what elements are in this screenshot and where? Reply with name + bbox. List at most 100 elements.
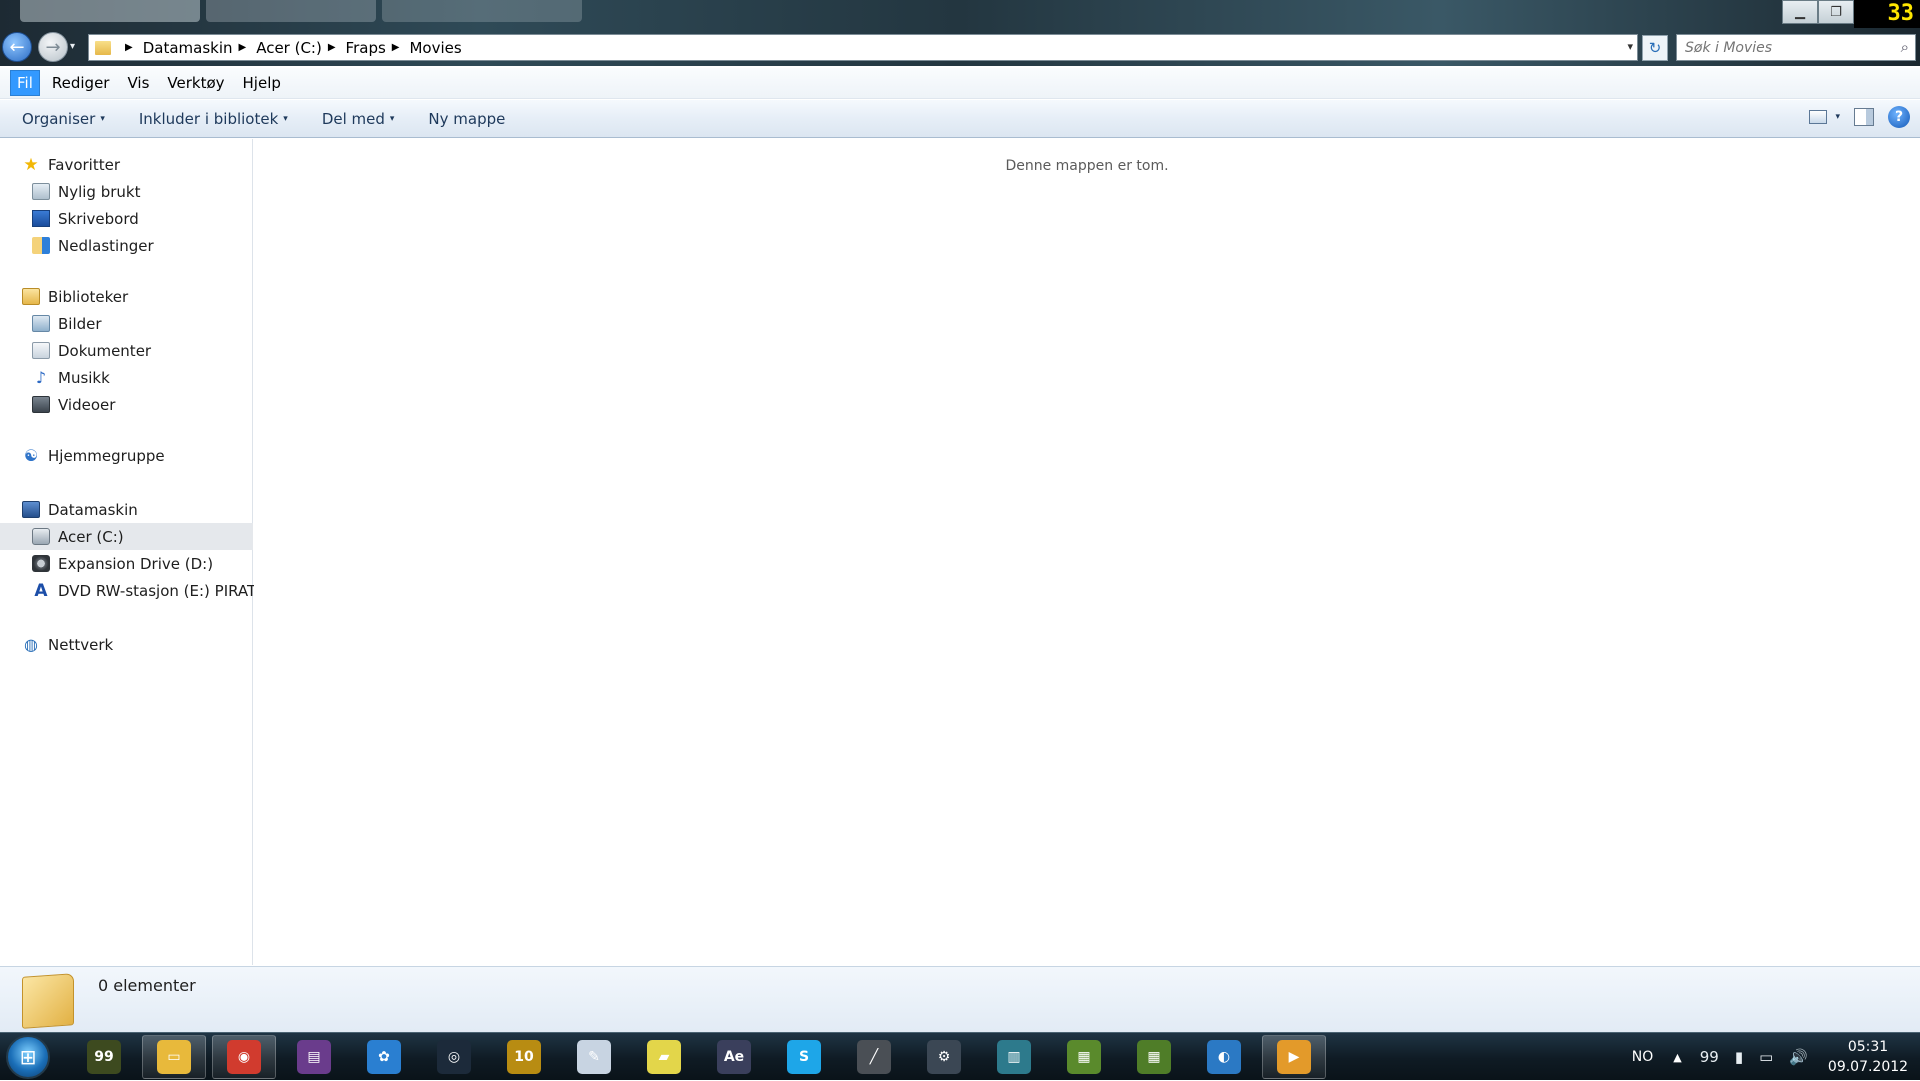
taskbar-app-skype[interactable]: S <box>772 1035 836 1079</box>
help-icon[interactable]: ? <box>1888 106 1910 128</box>
sidebar-item-recent[interactable]: Nylig brukt <box>0 178 253 205</box>
taskbar-app-sticky-notes[interactable]: ▰ <box>632 1035 696 1079</box>
power-icon[interactable]: ▮ <box>1735 1048 1743 1066</box>
refresh-button[interactable]: ↻ <box>1642 35 1668 61</box>
taskbar-app-app-window[interactable]: ▥ <box>982 1035 1046 1079</box>
change-view-icon[interactable] <box>1809 110 1828 124</box>
address-dropdown-icon[interactable]: ▾ <box>1627 40 1633 53</box>
language-indicator[interactable]: NO <box>1632 1049 1654 1065</box>
taskbar-app-media-player[interactable]: ◎ <box>422 1035 486 1079</box>
view-options-chevron-icon[interactable]: ▾ <box>1835 112 1840 122</box>
sidebar-item-libraries[interactable]: Biblioteker <box>0 283 253 310</box>
taskbar-app-explorer[interactable]: ▭ <box>142 1035 206 1079</box>
sidebar-item-network[interactable]: ◍ Nettverk <box>0 631 253 658</box>
crumb-separator-icon[interactable]: ▶ <box>239 42 247 53</box>
sidebar-item-music[interactable]: ♪ Musikk <box>0 364 253 391</box>
breadcrumb-fraps[interactable]: Fraps <box>346 39 386 57</box>
taskbar-app-chrome[interactable]: ◉ <box>212 1035 276 1079</box>
back-button[interactable]: ← <box>2 32 32 62</box>
include-in-library-button[interactable]: Inkluder i bibliotek ▾ <box>129 106 298 132</box>
taskbar-app-game-10[interactable]: 10 <box>492 1035 556 1079</box>
sidebar-item-desktop[interactable]: Skrivebord <box>0 205 253 232</box>
sidebar-item-downloads[interactable]: Nedlastinger <box>0 232 253 259</box>
taskbar-app-recorder[interactable]: ▶ <box>1262 1035 1326 1079</box>
network-group: ◍ Nettverk <box>0 631 253 658</box>
menu-view[interactable]: Vis <box>121 71 155 95</box>
search-box[interactable]: ⌕ <box>1676 34 1916 61</box>
show-hidden-icons-chevron-icon[interactable]: ▲ <box>1673 1051 1681 1064</box>
taskbar-app-browser-blue[interactable]: ◐ <box>1192 1035 1256 1079</box>
network-icon: ◍ <box>24 635 38 654</box>
paint-icon: ✎ <box>577 1040 611 1074</box>
star-icon: ★ <box>23 154 39 175</box>
explorer-icon: ▭ <box>157 1040 191 1074</box>
sidebar-item-videos[interactable]: Videoer <box>0 391 253 418</box>
menu-help[interactable]: Hjelp <box>237 71 287 95</box>
preview-pane-icon[interactable] <box>1854 108 1874 126</box>
network-tray-icon[interactable]: ▭ <box>1759 1048 1773 1066</box>
minimize-button[interactable]: ▁ <box>1782 0 1818 24</box>
taskbar-app-minecraft-1[interactable]: ▦ <box>1052 1035 1116 1079</box>
sidebar-item-label: Bilder <box>58 314 102 333</box>
taskbar-app-steam[interactable]: ⚙ <box>912 1035 976 1079</box>
sidebar-item-label: Skrivebord <box>58 209 139 228</box>
fraps-icon: 99 <box>87 1040 121 1074</box>
breadcrumb-movies[interactable]: Movies <box>409 39 461 57</box>
sidebar-item-dvd-e[interactable]: A DVD RW-stasjon (E:) PIRATES <box>0 577 275 604</box>
menu-file[interactable]: Fil <box>10 70 40 96</box>
sidebar-item-documents[interactable]: Dokumenter <box>0 337 253 364</box>
sidebar-item-label: Expansion Drive (D:) <box>58 554 214 573</box>
breadcrumb-datamaskin[interactable]: Datamaskin <box>143 39 233 57</box>
taskbar-app-winrar[interactable]: ▤ <box>282 1035 346 1079</box>
sidebar-item-label: Musikk <box>58 368 110 387</box>
dvd-drive-icon: A <box>34 580 48 601</box>
taskbar-app-after-effects[interactable]: Ae <box>702 1035 766 1079</box>
navigation-row: ← → ▾ ▶ Datamaskin ▶ Acer (C:) ▶ Fraps ▶… <box>0 32 1920 62</box>
sidebar-item-favorites[interactable]: ★ Favoritter <box>0 151 253 178</box>
view-controls: ▾ ? <box>1809 106 1910 128</box>
breadcrumb-acer-c[interactable]: Acer (C:) <box>256 39 322 57</box>
recent-places-icon <box>32 183 50 200</box>
sidebar-item-label: DVD RW-stasjon (E:) PIRATES <box>58 581 276 600</box>
crumb-separator-icon[interactable]: ▶ <box>328 42 336 53</box>
background-tab <box>206 0 376 22</box>
sidebar-item-pictures[interactable]: Bilder <box>0 310 253 337</box>
fraps-tray-icon[interactable]: 99 <box>1700 1048 1719 1066</box>
background-tab <box>382 0 582 22</box>
clock[interactable]: 05:31 09.07.2012 <box>1824 1037 1912 1077</box>
volume-icon[interactable]: 🔊 <box>1789 1048 1808 1066</box>
sidebar-item-label: Nylig brukt <box>58 182 141 201</box>
organize-button[interactable]: Organiser ▾ <box>12 106 115 132</box>
start-button[interactable]: ⊞ <box>6 1035 50 1079</box>
chevron-down-icon: ▾ <box>100 113 105 124</box>
crumb-separator-icon[interactable]: ▶ <box>125 42 133 53</box>
taskbar-app-hub[interactable]: ✿ <box>352 1035 416 1079</box>
folder-icon <box>95 40 111 55</box>
minecraft-2-icon: ▦ <box>1137 1040 1171 1074</box>
sidebar-item-label: Datamaskin <box>48 500 138 519</box>
new-folder-button[interactable]: Ny mappe <box>418 106 515 132</box>
recent-pages-dropdown[interactable]: ▾ <box>70 41 75 52</box>
forward-button[interactable]: → <box>38 32 68 62</box>
sidebar-item-label: Nettverk <box>48 635 114 654</box>
file-list-area[interactable]: Denne mappen er tom. <box>254 139 1920 965</box>
search-icon[interactable]: ⌕ <box>1901 38 1909 56</box>
search-input[interactable] <box>1677 38 1877 57</box>
sidebar-item-acer-c[interactable]: Acer (C:) <box>0 523 253 550</box>
after-effects-icon: Ae <box>717 1040 751 1074</box>
menu-edit[interactable]: Rediger <box>46 71 116 95</box>
share-with-button[interactable]: Del med ▾ <box>312 106 405 132</box>
taskbar-app-paint[interactable]: ✎ <box>562 1035 626 1079</box>
sidebar-item-computer[interactable]: Datamaskin <box>0 496 253 523</box>
sidebar-item-expansion-drive-d[interactable]: Expansion Drive (D:) <box>0 550 253 577</box>
address-bar[interactable]: ▶ Datamaskin ▶ Acer (C:) ▶ Fraps ▶ Movie… <box>88 34 1638 61</box>
taskbar-app-fraps[interactable]: 99 <box>72 1035 136 1079</box>
menu-tools[interactable]: Verktøy <box>161 71 230 95</box>
sidebar-item-homegroup[interactable]: ☯ Hjemmegruppe <box>0 442 253 469</box>
crumb-separator-icon[interactable]: ▶ <box>392 42 400 53</box>
steam-icon: ⚙ <box>927 1040 961 1074</box>
maximize-button[interactable]: ❐ <box>1818 0 1854 24</box>
taskbar-app-minecraft-2[interactable]: ▦ <box>1122 1035 1186 1079</box>
browser-blue-icon: ◐ <box>1207 1040 1241 1074</box>
taskbar-app-pen-tool[interactable]: ╱ <box>842 1035 906 1079</box>
